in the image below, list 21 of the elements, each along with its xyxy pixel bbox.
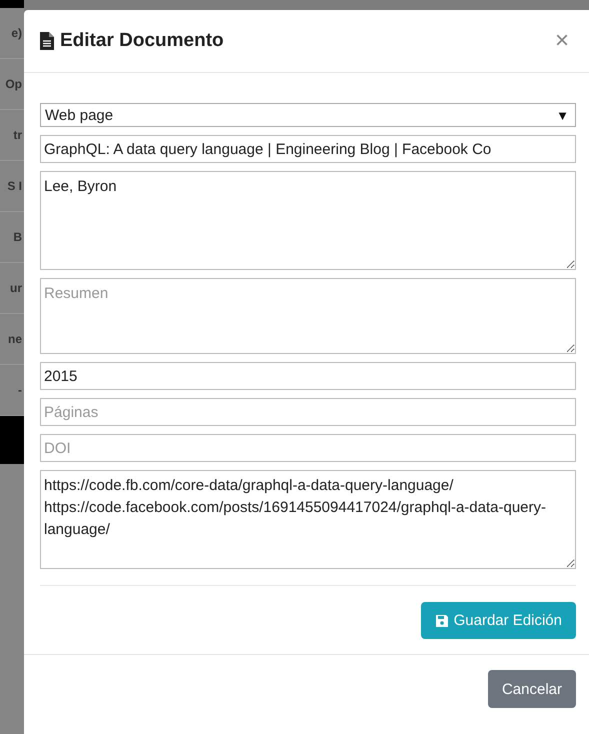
background-text: S I <box>7 179 23 193</box>
text-area[interactable]: https://code.fb.com/core-data/graphql-a-data-query-language/ https://code.facebook.com/posts/1691455094417024/graphql-a-data-query-language/ <box>40 470 576 569</box>
background-text: tr <box>13 128 23 142</box>
document-icon <box>40 32 54 50</box>
input-field[interactable]: DOI <box>40 434 576 462</box>
type-select[interactable]: Web page ▼ <box>40 103 576 127</box>
background-text: ur <box>10 281 23 295</box>
background-text: Op <box>5 77 23 91</box>
text-area[interactable]: Lee, Byron <box>40 171 576 270</box>
background-text: e) <box>11 26 23 40</box>
text-area[interactable]: Resumen <box>40 278 576 354</box>
background-text: B <box>13 230 23 244</box>
background-text: - <box>18 383 23 397</box>
save-icon <box>434 614 449 628</box>
input-field[interactable]: GraphQL: A data query language | Engineering Blog | Facebook Co <box>40 135 576 163</box>
cancel-button[interactable]: Cancelar <box>488 670 576 708</box>
dialog-title: Editar Documento <box>60 30 225 52</box>
close-button[interactable]: × <box>550 27 573 55</box>
input-field[interactable]: 2015 <box>40 362 576 390</box>
input-field[interactable]: Páginas <box>40 398 576 426</box>
background-text: ne <box>8 332 23 346</box>
